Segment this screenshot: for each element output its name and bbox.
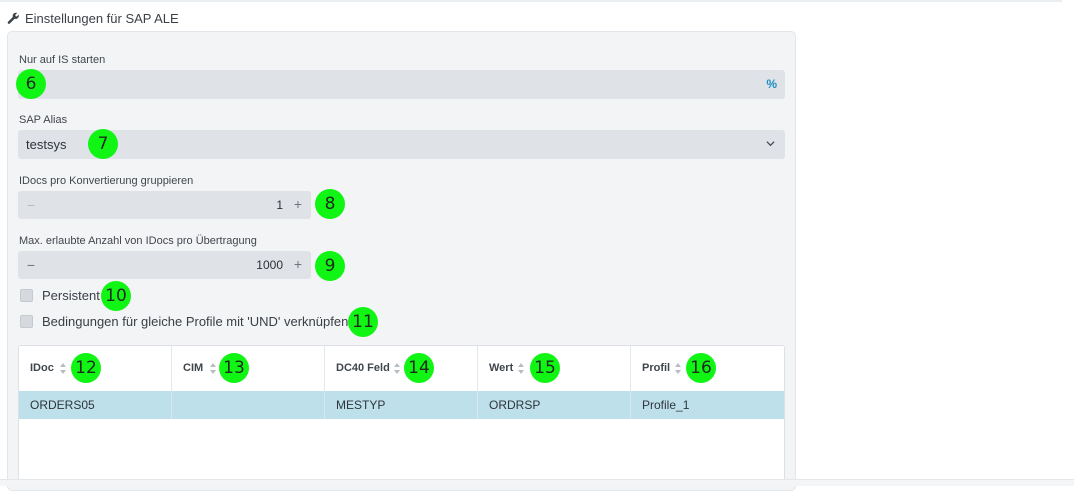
wrench-icon bbox=[7, 12, 19, 24]
top-divider bbox=[0, 0, 1062, 2]
percent-icon[interactable]: % bbox=[766, 77, 777, 91]
max-idocs-label: Max. erlaubte Anzahl von IDocs pro Übert… bbox=[19, 235, 257, 247]
und-checkbox[interactable] bbox=[20, 315, 33, 328]
is-start-label: Nur auf IS starten bbox=[19, 54, 106, 66]
column-header-dc40-feld[interactable]: DC40 Feld bbox=[325, 346, 478, 391]
sap-alias-label: SAP Alias bbox=[19, 114, 68, 126]
table-cell-idoc[interactable]: ORDERS05 bbox=[19, 391, 172, 419]
decrement-button[interactable]: − bbox=[24, 191, 38, 219]
marker-11: 11 bbox=[348, 307, 378, 337]
persistent-checkbox[interactable] bbox=[20, 289, 33, 302]
sap-alias-select[interactable]: testsys bbox=[18, 130, 785, 159]
marker-9: 9 bbox=[315, 251, 345, 281]
marker-16: 16 bbox=[686, 353, 716, 383]
table-header: IDoc CIM DC40 Feld Wert Profil bbox=[19, 346, 784, 392]
idocs-group-label: IDocs pro Konvertierung gruppieren bbox=[19, 175, 194, 187]
marker-6: 6 bbox=[16, 69, 46, 99]
table-cell-cim[interactable] bbox=[172, 391, 325, 419]
sap-alias-value: testsys bbox=[26, 137, 67, 152]
sort-icon[interactable] bbox=[210, 363, 216, 374]
table-cell-dc40-feld[interactable]: MESTYP bbox=[325, 391, 478, 419]
idocs-group-stepper[interactable]: − 1 + bbox=[18, 191, 311, 219]
marker-8: 8 bbox=[315, 189, 345, 219]
is-start-input[interactable]: % bbox=[18, 70, 785, 99]
marker-10: 10 bbox=[101, 281, 131, 311]
marker-12: 12 bbox=[71, 353, 101, 383]
chevron-down-icon bbox=[766, 141, 775, 147]
conditions-table: IDoc CIM DC40 Feld Wert Profil ORDERS05 … bbox=[18, 345, 785, 485]
und-label: Bedingungen für gleiche Profile mit 'UND… bbox=[42, 314, 349, 329]
marker-14: 14 bbox=[404, 353, 434, 383]
increment-button[interactable]: + bbox=[291, 251, 305, 278]
marker-7: 7 bbox=[88, 129, 118, 159]
decrement-button[interactable]: − bbox=[24, 251, 38, 279]
table-cell-profil[interactable]: Profile_1 bbox=[631, 391, 784, 419]
increment-button[interactable]: + bbox=[291, 191, 305, 218]
persistent-checkbox-row[interactable]: Persistent bbox=[20, 288, 100, 303]
sort-icon[interactable] bbox=[675, 363, 681, 374]
section-title: Einstellungen für SAP ALE bbox=[25, 10, 179, 26]
section-header: Einstellungen für SAP ALE bbox=[7, 10, 179, 26]
marker-15: 15 bbox=[530, 353, 560, 383]
sort-icon[interactable] bbox=[394, 363, 400, 374]
marker-13: 13 bbox=[219, 353, 249, 383]
idocs-group-value[interactable]: 1 bbox=[276, 191, 283, 220]
sort-icon[interactable] bbox=[60, 363, 66, 374]
sort-icon[interactable] bbox=[518, 363, 524, 374]
persistent-label: Persistent bbox=[42, 288, 100, 303]
table-row[interactable]: ORDERS05 MESTYP ORDRSP Profile_1 bbox=[19, 391, 784, 419]
max-idocs-value[interactable]: 1000 bbox=[256, 251, 283, 280]
table-cell-wert[interactable]: ORDRSP bbox=[478, 391, 631, 419]
und-checkbox-row[interactable]: Bedingungen für gleiche Profile mit 'UND… bbox=[20, 314, 348, 329]
max-idocs-stepper[interactable]: − 1000 + bbox=[18, 251, 311, 279]
